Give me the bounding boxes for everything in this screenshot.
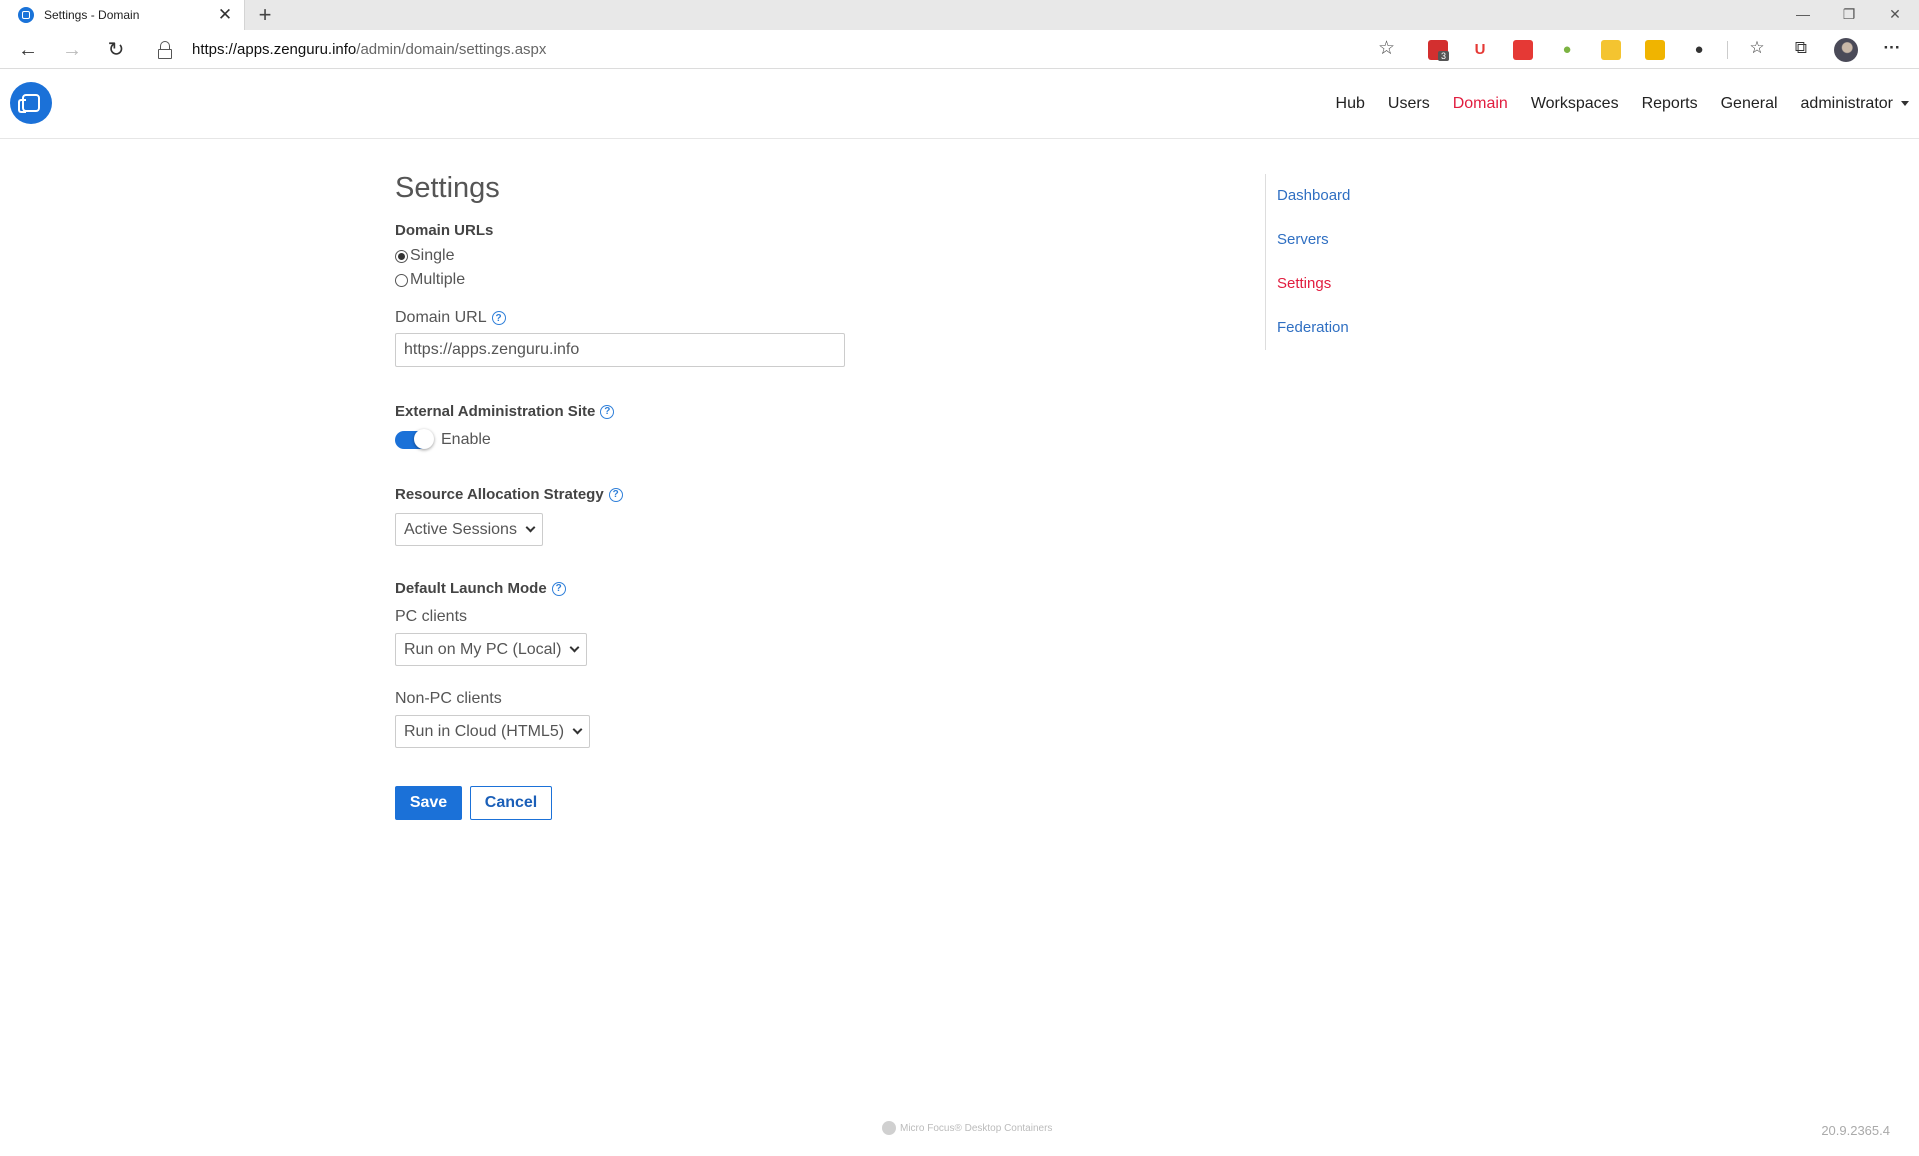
browser-tab[interactable]: Settings - Domain ✕	[0, 0, 245, 30]
top-nav: Hub Users Domain Workspaces Reports Gene…	[1313, 69, 1909, 139]
resource-allocation-value: Active Sessions	[404, 520, 517, 538]
radio-single[interactable]: Single	[395, 244, 1195, 268]
cancel-button[interactable]: Cancel	[470, 786, 552, 820]
resource-allocation-select[interactable]: Active Sessions	[395, 513, 543, 546]
toggle-label: Enable	[441, 431, 491, 448]
domain-urls-label: Domain URLs	[395, 222, 494, 239]
side-nav: Dashboard Servers Settings Federation	[1265, 174, 1350, 350]
form-actions: Save Cancel	[395, 786, 1195, 820]
pc-clients-value: Run on My PC (Local)	[404, 640, 562, 658]
domain-url-label: Domain URL ?	[395, 309, 1195, 327]
favorites-icon[interactable]: ☆	[1745, 38, 1769, 58]
version-label: 20.9.2365.4	[1821, 1123, 1890, 1138]
url-text[interactable]: https://apps.zenguru.info/admin/domain/s…	[192, 41, 546, 58]
reload-icon[interactable]: ↻	[103, 37, 129, 63]
collections-icon[interactable]: ⧉	[1789, 38, 1813, 58]
extension-u-icon[interactable]: U	[1470, 40, 1490, 60]
extension-notes-icon[interactable]	[1645, 40, 1665, 60]
app-logo[interactable]	[10, 82, 52, 124]
nonpc-clients-label: Non-PC clients	[395, 690, 502, 707]
sidenav-servers[interactable]: Servers	[1277, 218, 1350, 262]
app-header: Hub Users Domain Workspaces Reports Gene…	[0, 69, 1919, 139]
default-launch-label: Default Launch Mode ?	[395, 580, 1195, 597]
help-icon[interactable]: ?	[600, 404, 615, 419]
restore-icon[interactable]: ❐	[1826, 0, 1872, 30]
sidenav-federation[interactable]: Federation	[1277, 306, 1350, 350]
sidenav-settings[interactable]: Settings	[1277, 262, 1350, 306]
nav-general[interactable]: General	[1721, 95, 1778, 113]
nonpc-clients-select[interactable]: Run in Cloud (HTML5)	[395, 715, 591, 748]
lock-icon[interactable]	[154, 40, 178, 60]
brand-logo-icon	[882, 1121, 896, 1135]
radio-single-button[interactable]	[395, 249, 408, 263]
domain-url-input[interactable]: https://apps.zenguru.info	[395, 333, 845, 367]
radio-multiple-label: Multiple	[410, 271, 466, 288]
toolbar-divider	[1727, 41, 1728, 59]
nav-domain[interactable]: Domain	[1453, 95, 1508, 113]
back-icon[interactable]: ←	[15, 37, 41, 63]
user-name: administrator	[1800, 95, 1893, 112]
external-admin-label-text: External Administration Site	[395, 403, 596, 420]
browser-menu-icon[interactable]: ···	[1880, 38, 1904, 58]
window-close-icon[interactable]: ✕	[1872, 0, 1918, 30]
resource-allocation-label-text: Resource Allocation Strategy	[395, 486, 604, 503]
nonpc-clients-value: Run in Cloud (HTML5)	[404, 722, 565, 740]
new-tab-icon[interactable]: +	[252, 2, 278, 28]
external-admin-label: External Administration Site ?	[395, 403, 1195, 420]
address-bar[interactable]: https://apps.zenguru.info/admin/domain/s…	[144, 35, 1407, 64]
user-menu[interactable]: administrator	[1801, 95, 1909, 113]
tab-title: Settings - Domain	[44, 8, 140, 22]
save-button[interactable]: Save	[395, 786, 462, 820]
footer-brand-text: Micro Focus® Desktop Containers	[900, 1122, 1053, 1134]
radio-multiple-button[interactable]	[395, 273, 408, 287]
forward-icon: →	[62, 39, 82, 61]
chevron-down-icon	[569, 642, 580, 653]
browser-tabstrip: Settings - Domain ✕ + — ❐ ✕	[0, 0, 1919, 30]
help-icon[interactable]: ?	[491, 311, 506, 325]
external-admin-toggle-row: Enable	[395, 429, 1195, 449]
default-launch-label-text: Default Launch Mode	[395, 580, 547, 597]
radio-multiple[interactable]: Multiple	[395, 268, 1195, 292]
external-admin-toggle[interactable]	[395, 429, 434, 449]
extension-pdf-icon[interactable]	[1513, 40, 1533, 60]
radio-single-label: Single	[410, 247, 455, 264]
extension-badge: 3	[1438, 51, 1450, 61]
nav-hub[interactable]: Hub	[1336, 95, 1365, 113]
extension-android-icon[interactable]: ●	[1557, 40, 1577, 60]
profile-avatar[interactable]	[1834, 38, 1858, 62]
browser-toolbar: ← → ↻ https://apps.zenguru.info/admin/do…	[0, 30, 1919, 69]
resource-allocation-label: Resource Allocation Strategy ?	[395, 486, 1195, 503]
minimize-icon[interactable]: —	[1780, 0, 1826, 30]
chevron-down-icon	[525, 522, 536, 533]
tab-close-icon[interactable]: ✕	[216, 5, 234, 25]
nav-workspaces[interactable]: Workspaces	[1531, 95, 1619, 113]
extension-turtle-icon[interactable]: ●	[1689, 40, 1709, 60]
site-favicon-icon	[18, 7, 34, 23]
caret-down-icon	[1901, 101, 1909, 107]
help-icon[interactable]: ?	[608, 487, 623, 502]
nav-reports[interactable]: Reports	[1642, 95, 1698, 113]
domain-url-label-text: Domain URL	[395, 309, 487, 326]
settings-form: Settings Domain URLs Single Multiple Dom…	[395, 170, 1195, 820]
pc-clients-select[interactable]: Run on My PC (Local)	[395, 633, 588, 666]
help-icon[interactable]: ?	[551, 581, 566, 596]
sidenav-dashboard[interactable]: Dashboard	[1277, 174, 1350, 218]
pc-clients-label: PC clients	[395, 608, 468, 625]
nav-users[interactable]: Users	[1388, 95, 1430, 113]
extension-sticky-icon[interactable]	[1601, 40, 1621, 60]
favorite-star-icon[interactable]: ☆	[1378, 37, 1395, 60]
chevron-down-icon	[572, 724, 583, 735]
footer-brand: Micro Focus® Desktop Containers	[882, 1121, 1052, 1135]
page-title: Settings	[395, 172, 500, 204]
